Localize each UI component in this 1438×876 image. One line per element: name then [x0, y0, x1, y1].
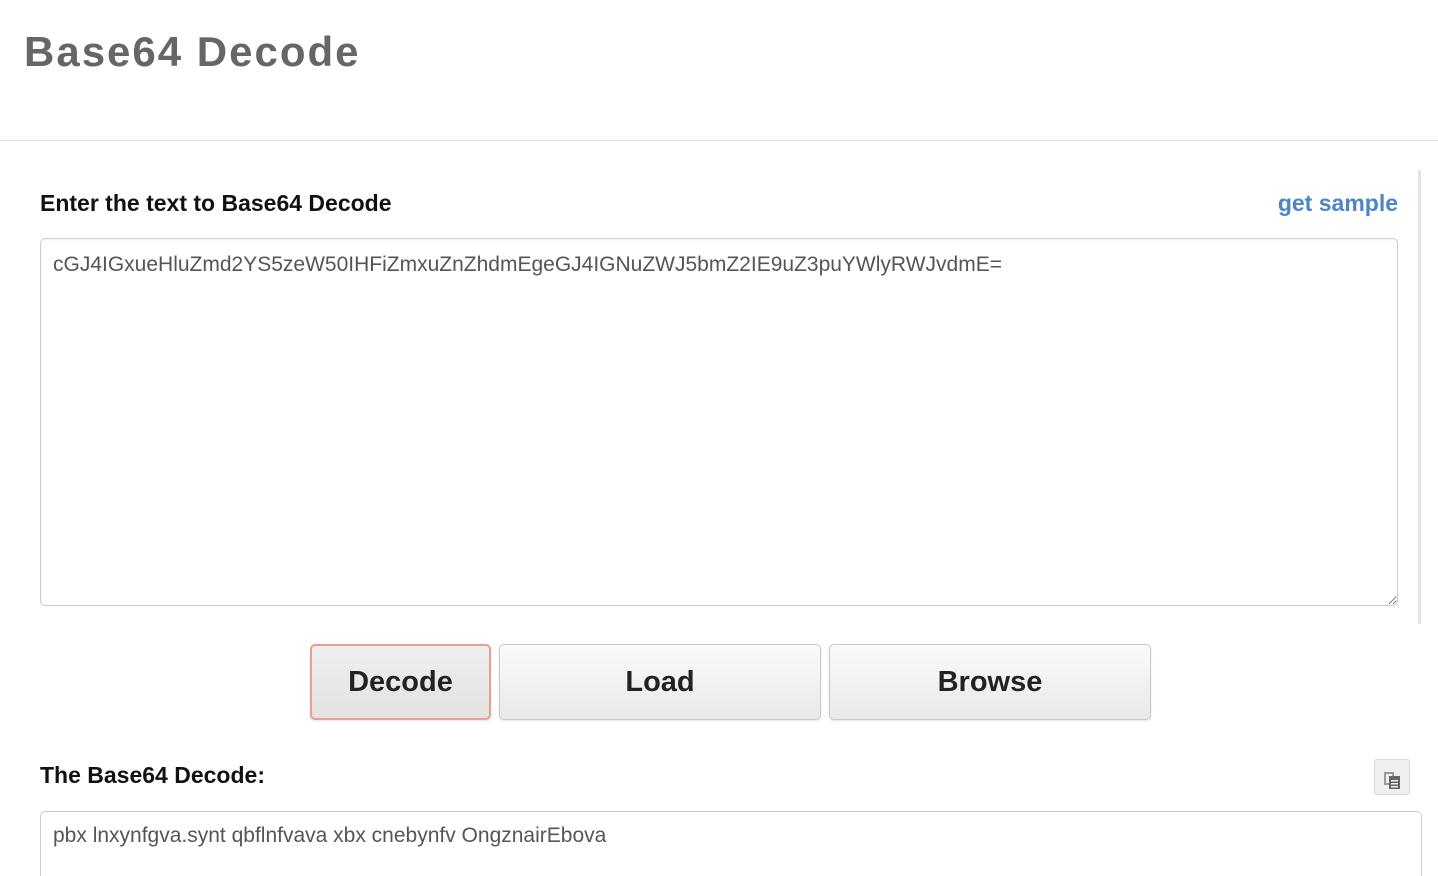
section-side-border: [1418, 170, 1421, 624]
base64-input[interactable]: cGJ4IGxueHluZmd2YS5zeW50IHFiZmxuZnZhdmEg…: [40, 238, 1398, 606]
browse-button[interactable]: Browse: [829, 644, 1151, 720]
decoded-output[interactable]: pbx lnxynfgva.synt qbflnfvava xbx cnebyn…: [40, 811, 1422, 876]
decode-button[interactable]: Decode: [310, 644, 491, 720]
get-sample-link[interactable]: get sample: [1278, 188, 1398, 218]
output-label: The Base64 Decode:: [40, 762, 265, 788]
page-title: Base64 Decode: [24, 28, 361, 75]
input-label: Enter the text to Base64 Decode: [40, 190, 392, 216]
page: Base64 Decode Enter the text to Base64 D…: [0, 0, 1438, 876]
copy-button[interactable]: [1374, 759, 1410, 795]
load-button[interactable]: Load: [499, 644, 821, 720]
header-divider: [0, 140, 1438, 141]
copy-icon: [1384, 772, 1400, 789]
